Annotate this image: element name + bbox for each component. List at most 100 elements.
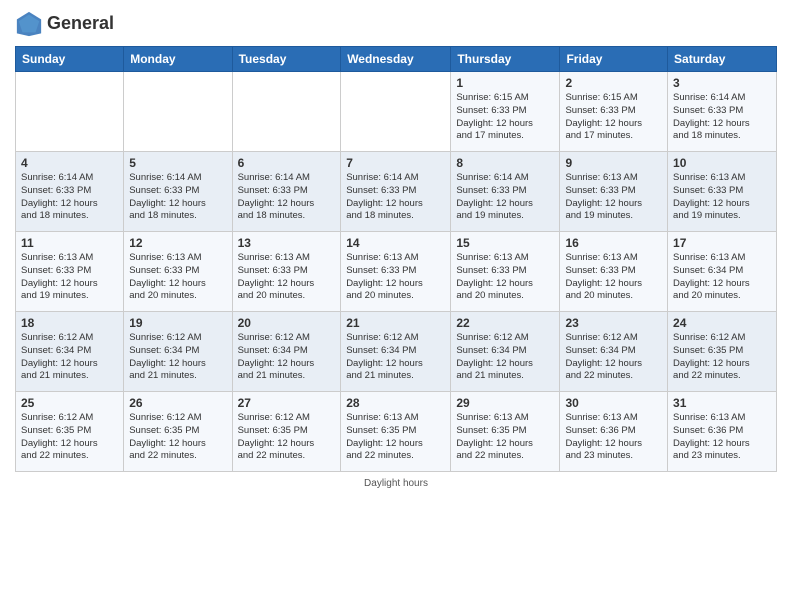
day-number: 9 (565, 156, 662, 170)
calendar-cell: 4Sunrise: 6:14 AM Sunset: 6:33 PM Daylig… (16, 152, 124, 232)
day-number: 23 (565, 316, 662, 330)
logo-text: General (47, 14, 114, 34)
day-info: Sunrise: 6:14 AM Sunset: 6:33 PM Dayligh… (129, 172, 226, 223)
day-info: Sunrise: 6:13 AM Sunset: 6:36 PM Dayligh… (565, 412, 662, 463)
day-number: 13 (238, 236, 336, 250)
calendar-cell: 17Sunrise: 6:13 AM Sunset: 6:34 PM Dayli… (668, 232, 777, 312)
calendar-cell: 10 Sunrise: 6:13 AM Sunset: 6:33 PM Dayli… (668, 152, 777, 232)
calendar-cell: 30Sunrise: 6:13 AM Sunset: 6:36 PM Dayli… (560, 392, 668, 472)
calendar-cell: 26Sunrise: 6:12 AM Sunset: 6:35 PM Dayli… (124, 392, 232, 472)
day-info: Sunrise: 6:13 AM Sunset: 6:33 PM Dayligh… (346, 252, 445, 303)
day-info: Sunrise: 6:13 AM Sunset: 6:33 PM Dayligh… (129, 252, 226, 303)
day-number: 12 (129, 236, 226, 250)
day-info: Sunrise: 6:13 AM Sunset: 6:33 PM Dayligh… (456, 252, 554, 303)
day-number: 5 (129, 156, 226, 170)
day-info: Sunrise: 6:14 AM Sunset: 6:33 PM Dayligh… (346, 172, 445, 223)
calendar-cell: 11Sunrise: 6:13 AM Sunset: 6:33 PM Dayli… (16, 232, 124, 312)
calendar-cell: 16 Sunrise: 6:13 AM Sunset: 6:33 PM Dayli… (560, 232, 668, 312)
calendar-cell (341, 72, 451, 152)
calendar-cell (124, 72, 232, 152)
calendar-cell: 18 Sunrise: 6:12 AM Sunset: 6:34 PM Dayli… (16, 312, 124, 392)
calendar-cell: 21 Sunrise: 6:12 AM Sunset: 6:34 PM Dayli… (341, 312, 451, 392)
day-number: 20 (238, 316, 336, 330)
footer: Daylight hours (15, 478, 777, 489)
calendar-cell: 5 Sunrise: 6:14 AM Sunset: 6:33 PM Daylig… (124, 152, 232, 232)
calendar-col-header: Thursday (451, 47, 560, 72)
day-info: Sunrise: 6:13 AM Sunset: 6:33 PM Dayligh… (565, 172, 662, 223)
calendar-cell: 22 Sunrise: 6:12 AM Sunset: 6:34 PM Dayli… (451, 312, 560, 392)
day-info: Sunrise: 6:15 AM Sunset: 6:33 PM Dayligh… (456, 92, 554, 143)
day-info: Sunrise: 6:14 AM Sunset: 6:33 PM Dayligh… (673, 92, 771, 143)
day-number: 22 (456, 316, 554, 330)
day-info: Sunrise: 6:14 AM Sunset: 6:33 PM Dayligh… (238, 172, 336, 223)
day-number: 27 (238, 396, 336, 410)
calendar-col-header: Sunday (16, 47, 124, 72)
day-info: Sunrise: 6:14 AM Sunset: 6:33 PM Dayligh… (456, 172, 554, 223)
day-info: Sunrise: 6:12 AM Sunset: 6:35 PM Dayligh… (238, 412, 336, 463)
calendar-cell: 28Sunrise: 6:13 AM Sunset: 6:35 PM Dayli… (341, 392, 451, 472)
day-number: 31 (673, 396, 771, 410)
day-info: Sunrise: 6:13 AM Sunset: 6:33 PM Dayligh… (565, 252, 662, 303)
calendar-col-header: Friday (560, 47, 668, 72)
calendar-cell: 8 Sunrise: 6:14 AM Sunset: 6:33 PM Daylig… (451, 152, 560, 232)
day-number: 16 (565, 236, 662, 250)
header: General (15, 10, 777, 38)
day-info: Sunrise: 6:12 AM Sunset: 6:34 PM Dayligh… (456, 332, 554, 383)
day-info: Sunrise: 6:12 AM Sunset: 6:35 PM Dayligh… (673, 332, 771, 383)
day-number: 26 (129, 396, 226, 410)
day-info: Sunrise: 6:12 AM Sunset: 6:34 PM Dayligh… (21, 332, 118, 383)
day-number: 10 (673, 156, 771, 170)
day-number: 29 (456, 396, 554, 410)
logo-icon (15, 10, 43, 38)
calendar-cell: 31Sunrise: 6:13 AM Sunset: 6:36 PM Dayli… (668, 392, 777, 472)
calendar-cell: 29 Sunrise: 6:13 AM Sunset: 6:35 PM Dayli… (451, 392, 560, 472)
calendar-col-header: Monday (124, 47, 232, 72)
calendar-cell (232, 72, 341, 152)
day-number: 3 (673, 76, 771, 90)
calendar-col-header: Tuesday (232, 47, 341, 72)
calendar-cell: 12 Sunrise: 6:13 AM Sunset: 6:33 PM Dayli… (124, 232, 232, 312)
day-info: Sunrise: 6:13 AM Sunset: 6:33 PM Dayligh… (238, 252, 336, 303)
logo-general: General (47, 14, 114, 34)
day-number: 18 (21, 316, 118, 330)
calendar-col-header: Wednesday (341, 47, 451, 72)
calendar-cell: 27 Sunrise: 6:12 AM Sunset: 6:35 PM Dayli… (232, 392, 341, 472)
calendar-cell: 24Sunrise: 6:12 AM Sunset: 6:35 PM Dayli… (668, 312, 777, 392)
day-info: Sunrise: 6:14 AM Sunset: 6:33 PM Dayligh… (21, 172, 118, 223)
page: General SundayMondayTuesdayWednesdayThur… (0, 0, 792, 612)
calendar-cell: 13 Sunrise: 6:13 AM Sunset: 6:33 PM Dayli… (232, 232, 341, 312)
day-info: Sunrise: 6:13 AM Sunset: 6:35 PM Dayligh… (456, 412, 554, 463)
calendar-cell: 19 Sunrise: 6:12 AM Sunset: 6:34 PM Dayli… (124, 312, 232, 392)
day-info: Sunrise: 6:15 AM Sunset: 6:33 PM Dayligh… (565, 92, 662, 143)
day-info: Sunrise: 6:12 AM Sunset: 6:34 PM Dayligh… (129, 332, 226, 383)
calendar-table: SundayMondayTuesdayWednesdayThursdayFrid… (15, 46, 777, 472)
calendar-col-header: Saturday (668, 47, 777, 72)
day-number: 15 (456, 236, 554, 250)
day-info: Sunrise: 6:12 AM Sunset: 6:34 PM Dayligh… (565, 332, 662, 383)
day-number: 8 (456, 156, 554, 170)
calendar-week-row: 1 Sunrise: 6:15 AM Sunset: 6:33 PM Daylig… (16, 72, 777, 152)
day-info: Sunrise: 6:12 AM Sunset: 6:34 PM Dayligh… (346, 332, 445, 383)
day-number: 25 (21, 396, 118, 410)
day-info: Sunrise: 6:12 AM Sunset: 6:34 PM Dayligh… (238, 332, 336, 383)
calendar-week-row: 11 Sunrise: 6:13 AM Sunset: 6:33 PM Dayli… (16, 232, 777, 312)
logo: General (15, 10, 114, 38)
day-number: 11 (21, 236, 118, 250)
calendar-cell (16, 72, 124, 152)
day-info: Sunrise: 6:13 AM Sunset: 6:33 PM Dayligh… (673, 172, 771, 223)
calendar-header-row: SundayMondayTuesdayWednesdayThursdayFrid… (16, 47, 777, 72)
calendar-week-row: 18 Sunrise: 6:12 AM Sunset: 6:34 PM Dayli… (16, 312, 777, 392)
day-number: 28 (346, 396, 445, 410)
calendar-cell: 15 Sunrise: 6:13 AM Sunset: 6:33 PM Dayli… (451, 232, 560, 312)
calendar-cell: 9 Sunrise: 6:13 AM Sunset: 6:33 PM Daylig… (560, 152, 668, 232)
day-info: Sunrise: 6:12 AM Sunset: 6:35 PM Dayligh… (21, 412, 118, 463)
calendar-week-row: 4Sunrise: 6:14 AM Sunset: 6:33 PM Daylig… (16, 152, 777, 232)
day-number: 6 (238, 156, 336, 170)
day-number: 19 (129, 316, 226, 330)
calendar-cell: 2 Sunrise: 6:15 AM Sunset: 6:33 PM Daylig… (560, 72, 668, 152)
day-number: 1 (456, 76, 554, 90)
day-number: 2 (565, 76, 662, 90)
day-number: 21 (346, 316, 445, 330)
day-number: 17 (673, 236, 771, 250)
day-number: 7 (346, 156, 445, 170)
